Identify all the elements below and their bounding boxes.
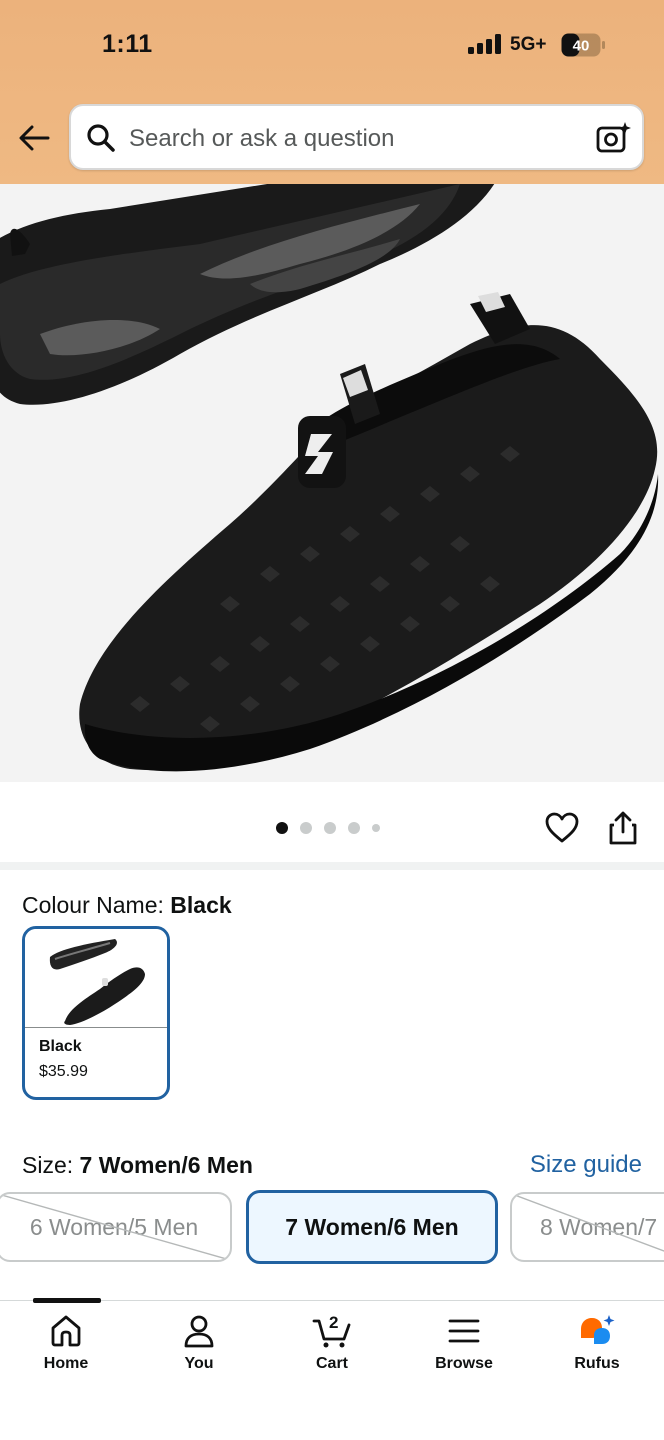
nav-label: Rufus [574, 1355, 620, 1372]
rufus-icon [581, 1315, 615, 1344]
carousel-dot[interactable] [300, 822, 312, 834]
size-option-unavailable[interactable]: 8 Women/7 Men [510, 1192, 664, 1262]
size-value: 7 Women/6 Men [79, 1152, 253, 1178]
app-header: 1:11 5G+ 40 Search or ask a question [0, 0, 664, 184]
network-type: 5G+ [510, 34, 547, 55]
colour-heading: Colour Name: Black [22, 892, 232, 919]
back-arrow-icon[interactable] [16, 120, 52, 156]
bottom-navigation: Home You 2 Cart Browse Rufus [0, 1298, 664, 1440]
section-divider [0, 862, 664, 870]
person-icon [184, 1315, 214, 1348]
size-heading: Size: 7 Women/6 Men [22, 1152, 253, 1179]
unavailable-strike [512, 1194, 664, 1252]
nav-browse[interactable]: Browse [414, 1313, 514, 1393]
swatch-divider [25, 1027, 167, 1028]
image-actions-row [0, 782, 664, 862]
colour-value: Black [170, 892, 232, 918]
size-options: 6 Women/5 Men 7 Women/6 Men 8 Women/7 Me… [0, 1190, 664, 1264]
active-tab-indicator [33, 1298, 101, 1303]
carousel-dot[interactable] [348, 822, 360, 834]
status-bar: 1:11 5G+ 40 [0, 0, 664, 90]
share-icon[interactable] [606, 810, 640, 846]
size-option-selected[interactable]: 7 Women/6 Men [246, 1190, 498, 1264]
menu-icon [448, 1319, 480, 1343]
product-image[interactable] [0, 184, 664, 782]
battery-level: 40 [573, 38, 590, 55]
home-icon [51, 1315, 81, 1347]
carousel-dot[interactable] [276, 822, 288, 834]
shoe-side-view [79, 292, 659, 772]
nav-label: You [184, 1355, 214, 1372]
status-time: 1:11 [102, 30, 153, 58]
colour-swatch-black[interactable]: Black $35.99 [22, 926, 170, 1100]
unavailable-strike [0, 1194, 230, 1260]
size-option-label: 7 Women/6 Men [285, 1213, 459, 1240]
shoe-image [0, 184, 659, 772]
size-label: Size: [22, 1152, 74, 1178]
search-icon [87, 124, 115, 152]
nav-label: Home [43, 1355, 89, 1372]
size-option-unavailable[interactable]: 6 Women/5 Men [0, 1192, 232, 1262]
nav-label: Cart [315, 1355, 348, 1372]
swatch-name: Black [39, 1038, 82, 1055]
carousel-dot[interactable] [324, 822, 336, 834]
colour-label: Colour Name: [22, 892, 164, 918]
nav-cart[interactable]: 2 Cart [282, 1313, 382, 1393]
battery-icon: 40 [561, 33, 605, 57]
carousel-dots[interactable] [276, 822, 380, 834]
nav-rufus[interactable]: Rufus [547, 1313, 647, 1393]
heart-icon[interactable] [544, 810, 580, 846]
size-guide-link[interactable]: Size guide [530, 1151, 642, 1179]
cart-count-badge: 2 [329, 1313, 339, 1332]
swatch-shoe-image [25, 929, 167, 1027]
carousel-dot[interactable] [372, 824, 380, 832]
search-bar[interactable]: Search or ask a question [69, 104, 644, 170]
search-input[interactable]: Search or ask a question [129, 125, 395, 153]
nav-label: Browse [435, 1355, 493, 1372]
camera-search-icon[interactable] [595, 120, 631, 156]
signal-icon [468, 34, 501, 54]
nav-you[interactable]: You [149, 1313, 249, 1393]
swatch-price: $35.99 [39, 1063, 88, 1080]
nav-home[interactable]: Home [16, 1313, 116, 1393]
